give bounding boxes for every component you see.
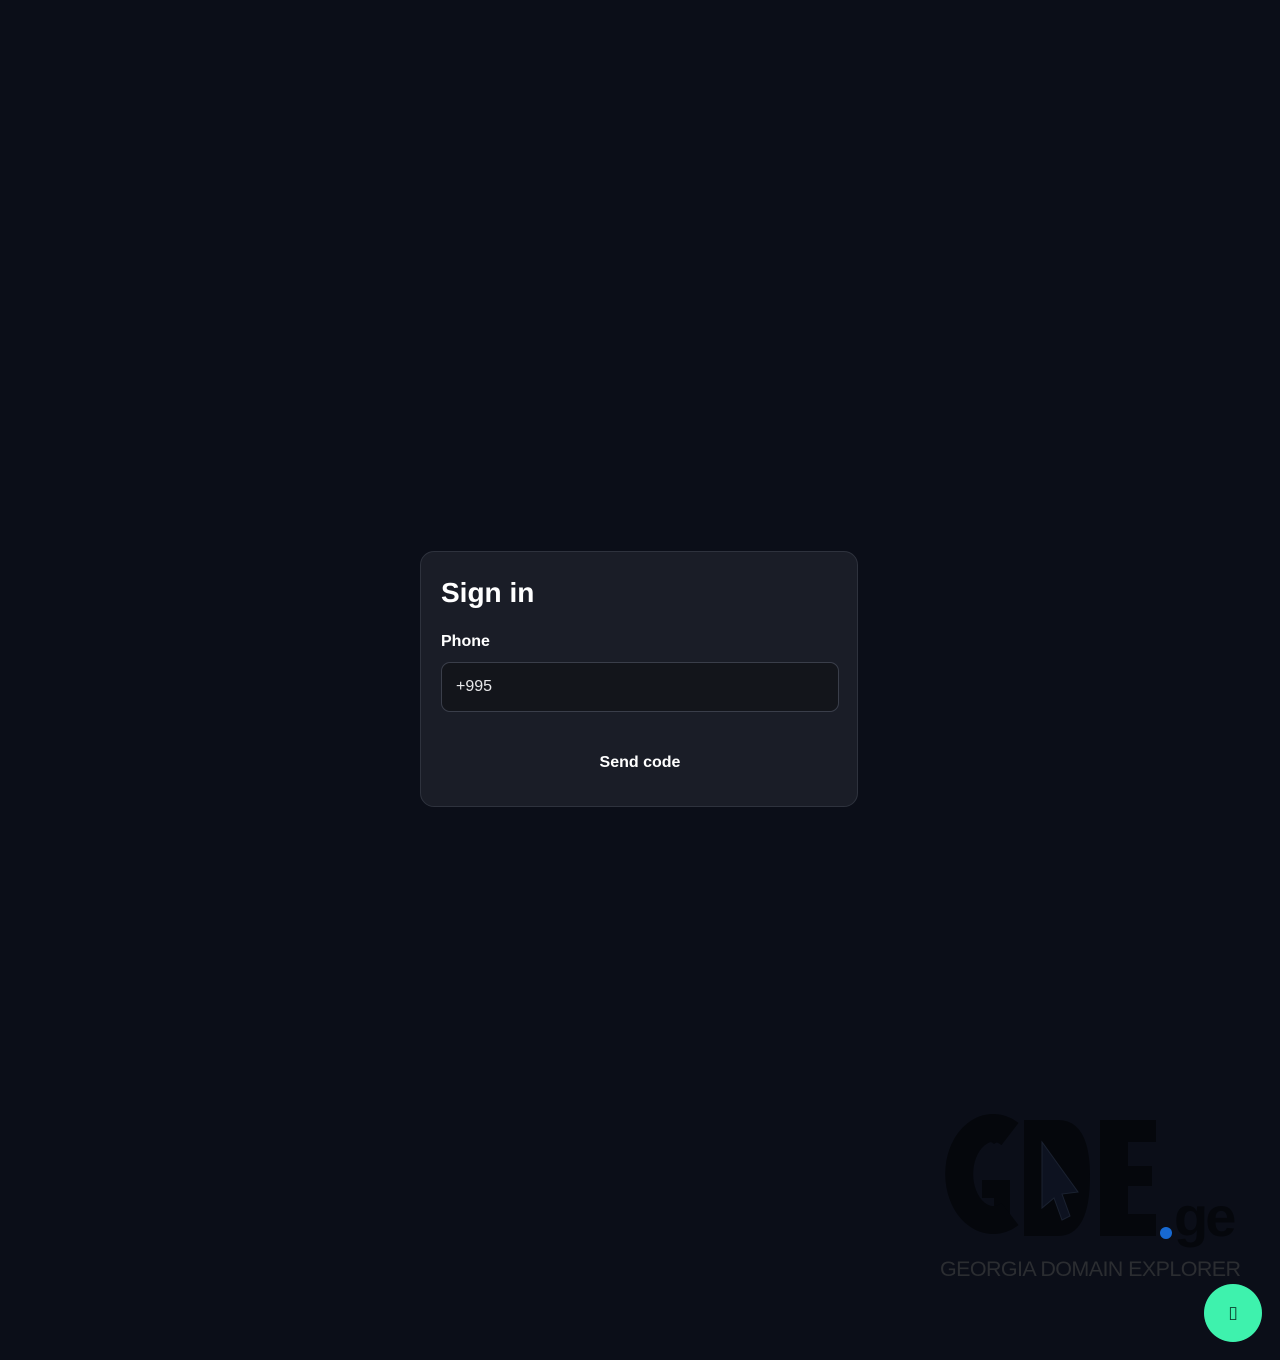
chat-button[interactable]: ▯ [1204, 1284, 1262, 1342]
svg-text:ge: ge [1174, 1185, 1235, 1248]
chat-icon: ▯ [1228, 1302, 1238, 1323]
logo-tagline: GEORGIA DOMAIN EXPLORER [940, 1257, 1241, 1281]
signin-card: Sign in Phone Send code [420, 551, 858, 807]
phone-label: Phone [441, 633, 490, 650]
signin-title: Sign in [441, 577, 535, 608]
send-code-button[interactable]: Send code [441, 740, 839, 786]
gde-logo: ge GEORGIA DOMAIN EXPLORER [938, 1112, 1241, 1287]
login-page: Sign in Phone Send code ge GEORGIA DOMAI… [0, 0, 1280, 1360]
gde-logo-mark: ge [945, 1114, 1238, 1248]
phone-input[interactable] [441, 662, 839, 712]
